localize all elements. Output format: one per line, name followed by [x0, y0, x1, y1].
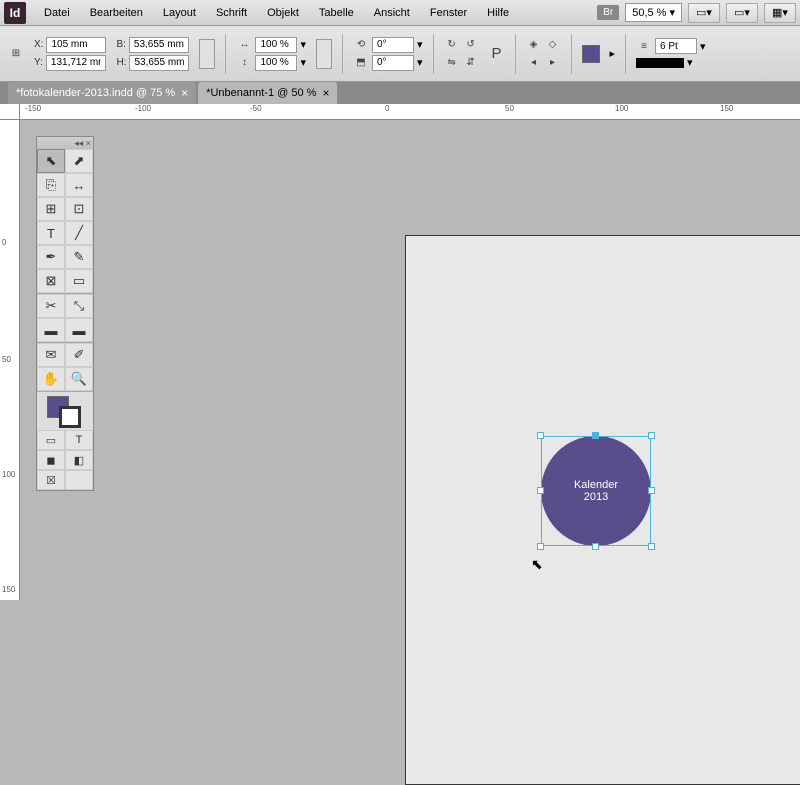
- menu-hilfe[interactable]: Hilfe: [477, 3, 519, 23]
- bridge-badge[interactable]: Br: [597, 5, 619, 20]
- menu-objekt[interactable]: Objekt: [257, 3, 309, 23]
- apply-color-icon[interactable]: ◼: [37, 450, 65, 470]
- link-wh-icon[interactable]: [199, 39, 215, 69]
- fill-swatch[interactable]: [582, 45, 600, 63]
- close-icon[interactable]: ×: [181, 86, 188, 100]
- select-content-icon[interactable]: ◇: [545, 37, 561, 53]
- control-bar: ⊞ X: Y: B: H: ↔▾ ↕▾ ⟲▾ ⬒▾ ↻↺ ⇋⇵ P ◈◇ ◂▸ …: [0, 26, 800, 82]
- note-tool[interactable]: ✉: [37, 343, 65, 367]
- rotate-ccw-icon[interactable]: ↺: [463, 37, 479, 53]
- tools-panel: ◂◂ × ⬉ ⬈ ⎘ ↔ ⊞ ⊡ T ╱ ✒ ✎ ⊠ ▭ ✂ ⤡ ▬ ▬ ✉ ✐…: [36, 136, 94, 491]
- document-tabs: *fotokalender-2013.indd @ 75 %× *Unbenan…: [0, 82, 800, 104]
- hand-tool[interactable]: ✋: [37, 367, 65, 391]
- selected-object[interactable]: Kalender 2013: [541, 436, 651, 546]
- handle-mr[interactable]: [648, 487, 655, 494]
- select-next-icon[interactable]: ▸: [545, 55, 561, 71]
- h-input[interactable]: [129, 55, 189, 71]
- type-tool[interactable]: T: [37, 221, 65, 245]
- shear-input[interactable]: [372, 55, 414, 71]
- cursor-icon: ⬉: [531, 556, 543, 573]
- stroke-weight-input[interactable]: [655, 38, 697, 54]
- rectangle-tool[interactable]: ▭: [65, 269, 93, 293]
- formatting-text-icon[interactable]: T: [65, 430, 93, 450]
- menu-datei[interactable]: Datei: [34, 3, 80, 23]
- select-container-icon[interactable]: ◈: [526, 37, 542, 53]
- fill-stroke-swatch[interactable]: [37, 392, 93, 430]
- rotate-cw-icon[interactable]: ↻: [444, 37, 460, 53]
- gradient-feather-tool[interactable]: ▬: [65, 318, 93, 342]
- stroke-weight-icon: ≡: [636, 38, 652, 54]
- line-tool[interactable]: ╱: [65, 221, 93, 245]
- content-collector-tool[interactable]: ⊞: [37, 197, 65, 221]
- screen-mode-icon[interactable]: ▭▾: [726, 3, 758, 23]
- tab-fotokalender[interactable]: *fotokalender-2013.indd @ 75 %×: [8, 82, 196, 104]
- menu-layout[interactable]: Layout: [153, 3, 206, 23]
- reference-point-icon[interactable]: ⊞: [8, 46, 24, 62]
- stroke-style[interactable]: [636, 58, 684, 68]
- arrange-icon[interactable]: ▦▾: [764, 3, 796, 23]
- handle-ml[interactable]: [537, 487, 544, 494]
- page[interactable]: Kalender 2013 ⬉: [405, 235, 800, 785]
- flip-h-icon[interactable]: ⇋: [444, 55, 460, 71]
- shear-icon: ⬒: [353, 55, 369, 71]
- canvas[interactable]: Kalender 2013 ⬉: [20, 120, 800, 600]
- menu-bearbeiten[interactable]: Bearbeiten: [80, 3, 153, 23]
- handle-bm[interactable]: [592, 543, 599, 550]
- menubar: Id Datei Bearbeiten Layout Schrift Objek…: [0, 0, 800, 26]
- pencil-tool[interactable]: ✎: [65, 245, 93, 269]
- app-icon: Id: [4, 2, 26, 24]
- free-transform-tool[interactable]: ⤡: [65, 294, 93, 318]
- panel-collapse-icon[interactable]: ◂◂ ×: [37, 137, 93, 149]
- apply-none-icon[interactable]: ☒: [37, 470, 65, 490]
- selection-tool[interactable]: ⬉: [37, 149, 65, 173]
- pen-tool[interactable]: ✒: [37, 245, 65, 269]
- select-prev-icon[interactable]: ◂: [526, 55, 542, 71]
- view-options-icon[interactable]: ▭▾: [688, 3, 720, 23]
- scale-y-input[interactable]: [255, 55, 297, 71]
- x-input[interactable]: [46, 37, 106, 53]
- selection-box: [541, 436, 651, 546]
- scale-x-input[interactable]: [255, 37, 297, 53]
- menu-fenster[interactable]: Fenster: [420, 3, 477, 23]
- eyedropper-tool[interactable]: ✐: [65, 343, 93, 367]
- content-placer-tool[interactable]: ⊡: [65, 197, 93, 221]
- handle-tr[interactable]: [648, 432, 655, 439]
- formatting-container-icon[interactable]: ▭: [37, 430, 65, 450]
- w-label: B:: [116, 39, 125, 50]
- scissors-tool[interactable]: ✂: [37, 294, 65, 318]
- zoom-tool[interactable]: 🔍: [65, 367, 93, 391]
- gradient-swatch-tool[interactable]: ▬: [37, 318, 65, 342]
- y-input[interactable]: [46, 55, 106, 71]
- link-scale-icon[interactable]: [316, 39, 332, 69]
- p-icon[interactable]: P: [489, 46, 505, 62]
- handle-tm[interactable]: [592, 432, 599, 439]
- menu-schrift[interactable]: Schrift: [206, 3, 257, 23]
- direct-selection-tool[interactable]: ⬈: [65, 149, 93, 173]
- scale-y-icon: ↕: [236, 55, 252, 71]
- rectangle-frame-tool[interactable]: ⊠: [37, 269, 65, 293]
- menu-ansicht[interactable]: Ansicht: [364, 3, 420, 23]
- view-mode-icon[interactable]: [65, 470, 93, 490]
- apply-gradient-icon[interactable]: ◧: [65, 450, 93, 470]
- page-tool[interactable]: ⎘: [37, 173, 65, 197]
- x-label: X:: [34, 39, 43, 50]
- handle-tl[interactable]: [537, 432, 544, 439]
- horizontal-ruler[interactable]: -150 -100 -50 0 50 100 150 200: [20, 104, 800, 120]
- menu-tabelle[interactable]: Tabelle: [309, 3, 364, 23]
- vertical-ruler[interactable]: 0 50 100 150: [0, 120, 20, 600]
- zoom-selector[interactable]: 50,5 %▾: [625, 3, 682, 22]
- h-label: H:: [116, 57, 126, 68]
- w-input[interactable]: [129, 37, 189, 53]
- tab-unbenannt[interactable]: *Unbenannt-1 @ 50 %×: [198, 82, 337, 104]
- ruler-origin[interactable]: [0, 104, 20, 120]
- scale-x-icon: ↔: [236, 37, 252, 53]
- rotate-icon: ⟲: [353, 37, 369, 53]
- flip-v-icon[interactable]: ⇵: [463, 55, 479, 71]
- y-label: Y:: [34, 57, 43, 68]
- gap-tool[interactable]: ↔: [65, 173, 93, 197]
- rotate-input[interactable]: [372, 37, 414, 53]
- handle-br[interactable]: [648, 543, 655, 550]
- close-icon[interactable]: ×: [322, 86, 329, 100]
- handle-bl[interactable]: [537, 543, 544, 550]
